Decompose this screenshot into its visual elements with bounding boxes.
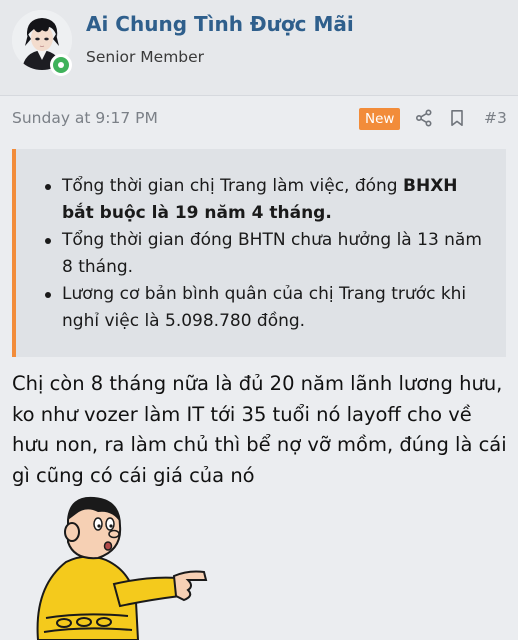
post-body-text: Chị còn 8 tháng nữa là đủ 20 năm lãnh lư… — [12, 372, 507, 487]
quote-text: Tổng thời gian chị Trang làm việc, đóng — [62, 176, 404, 196]
post-number-link[interactable]: #3 — [484, 109, 507, 127]
share-icon[interactable] — [413, 107, 435, 129]
new-badge: New — [359, 108, 401, 130]
post-meta-bar: Sunday at 9:17 PM New #3 — [0, 97, 518, 143]
online-status-icon — [50, 54, 72, 76]
user-title: Senior Member — [86, 48, 205, 66]
bookmark-icon[interactable] — [446, 107, 468, 129]
username-link[interactable]: Ai Chung Tình Được Mãi — [86, 12, 354, 36]
post-timestamp[interactable]: Sunday at 9:17 PM — [12, 109, 158, 127]
quote-block: Tổng thời gian chị Trang làm việc, đóng … — [12, 149, 506, 357]
quote-list-item: Tổng thời gian đóng BHTN chưa hưởng là 1… — [45, 227, 490, 280]
quote-list-item: Tổng thời gian chị Trang làm việc, đóng … — [45, 173, 490, 226]
pointing-cartoon-sticker-icon — [28, 492, 218, 640]
quote-text: Tổng thời gian đóng BHTN chưa hưởng là 1… — [62, 230, 482, 277]
quote-list: Tổng thời gian chị Trang làm việc, đóng … — [45, 173, 490, 334]
user-header: Ai Chung Tình Được Mãi Senior Member — [0, 0, 518, 96]
quote-text: Lương cơ bản bình quân của chị Trang trư… — [62, 284, 467, 331]
quote-list-item: Lương cơ bản bình quân của chị Trang trư… — [45, 281, 490, 334]
